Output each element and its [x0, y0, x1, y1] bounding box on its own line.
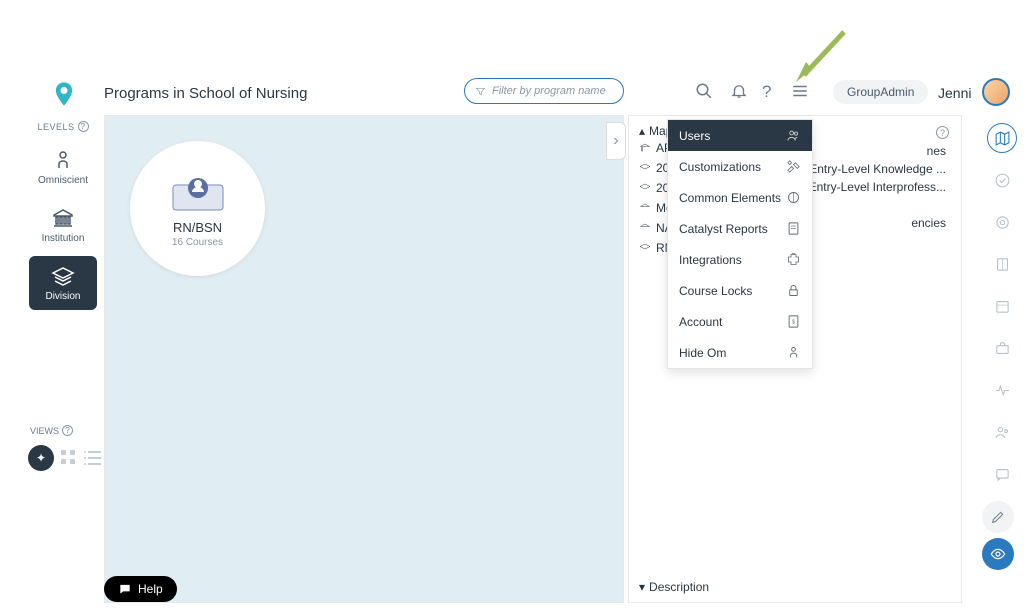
menu-item-hide-om[interactable]: Hide Om	[668, 337, 812, 368]
nav-label: Institution	[42, 233, 85, 244]
rail-briefcase-icon[interactable]	[987, 333, 1017, 363]
nav-label: Division	[45, 291, 80, 302]
users-icon	[786, 128, 801, 143]
view-button[interactable]	[982, 538, 1014, 570]
lock-icon	[786, 283, 801, 298]
menu-item-catalyst-reports[interactable]: Catalyst Reports	[668, 213, 812, 244]
user-name: Jenni	[938, 85, 971, 101]
role-badge[interactable]: GroupAdmin	[833, 80, 928, 104]
right-rail	[985, 115, 1019, 489]
filter-input[interactable]: Filter by program name	[464, 78, 624, 104]
program-title: RN/BSN	[173, 220, 222, 235]
program-subtitle: 16 Courses	[172, 237, 223, 248]
menu-item-account[interactable]: Account$	[668, 306, 812, 337]
rail-chat-icon[interactable]	[987, 459, 1017, 489]
collapse-panel-button[interactable]: ›	[606, 122, 626, 160]
nav-label: Omniscient	[38, 175, 88, 186]
edit-button[interactable]	[982, 501, 1014, 533]
menu-item-integrations[interactable]: Integrations	[668, 244, 812, 275]
panel-description-header[interactable]: ▾ Description	[639, 580, 709, 594]
rail-map-icon[interactable]	[987, 123, 1017, 153]
program-illustration-icon	[168, 170, 228, 215]
canvas[interactable]: RN/BSN 16 Courses	[104, 115, 624, 603]
panel-help-icon[interactable]: ?	[936, 126, 949, 139]
rail-target-icon[interactable]	[987, 207, 1017, 237]
rail-activity-icon[interactable]	[987, 375, 1017, 405]
view-toggle-list[interactable]	[84, 449, 102, 467]
app-logo[interactable]	[50, 80, 78, 108]
report-icon	[786, 221, 801, 236]
sidebar-views-header: VIEWS?	[30, 425, 73, 436]
filter-placeholder: Filter by program name	[492, 85, 606, 97]
panel-right-text: nes	[927, 144, 946, 158]
search-icon[interactable]	[695, 82, 713, 105]
sidebar-levels-header: LEVELS?	[37, 121, 88, 132]
view-toggle-radial[interactable]: ✦	[28, 445, 54, 471]
rail-check-icon[interactable]	[987, 165, 1017, 195]
rail-people-icon[interactable]	[987, 417, 1017, 447]
page-title: Programs in School of Nursing	[104, 85, 307, 102]
sidebar-item-division[interactable]: Division	[29, 256, 97, 310]
rail-book-icon[interactable]	[987, 249, 1017, 279]
account-icon: $	[786, 314, 801, 329]
help-icon[interactable]: ?	[762, 82, 771, 102]
notifications-icon[interactable]	[730, 82, 748, 105]
annotation-arrow	[794, 27, 854, 82]
view-toggle-grid[interactable]	[60, 449, 78, 467]
tools-icon	[786, 159, 801, 174]
circle-icon	[786, 190, 801, 205]
person-icon	[786, 345, 801, 360]
menu-item-users[interactable]: Users	[668, 120, 812, 151]
sidebar-item-institution[interactable]: Institution	[29, 198, 97, 252]
menu-item-course-locks[interactable]: Course Locks	[668, 275, 812, 306]
sidebar-item-omniscient[interactable]: Omniscient	[29, 140, 97, 194]
menu-item-customizations[interactable]: Customizations	[668, 151, 812, 182]
puzzle-icon	[786, 252, 801, 267]
hamburger-dropdown: Users Customizations Common Elements Cat…	[667, 119, 813, 369]
avatar[interactable]	[982, 78, 1010, 106]
program-node[interactable]: RN/BSN 16 Courses	[130, 141, 265, 276]
svg-text:$: $	[792, 319, 795, 325]
hamburger-menu-icon[interactable]	[791, 82, 809, 105]
help-button[interactable]: Help	[104, 576, 177, 602]
rail-calendar-icon[interactable]	[987, 291, 1017, 321]
menu-item-common-elements[interactable]: Common Elements	[668, 182, 812, 213]
chat-icon	[118, 582, 132, 596]
